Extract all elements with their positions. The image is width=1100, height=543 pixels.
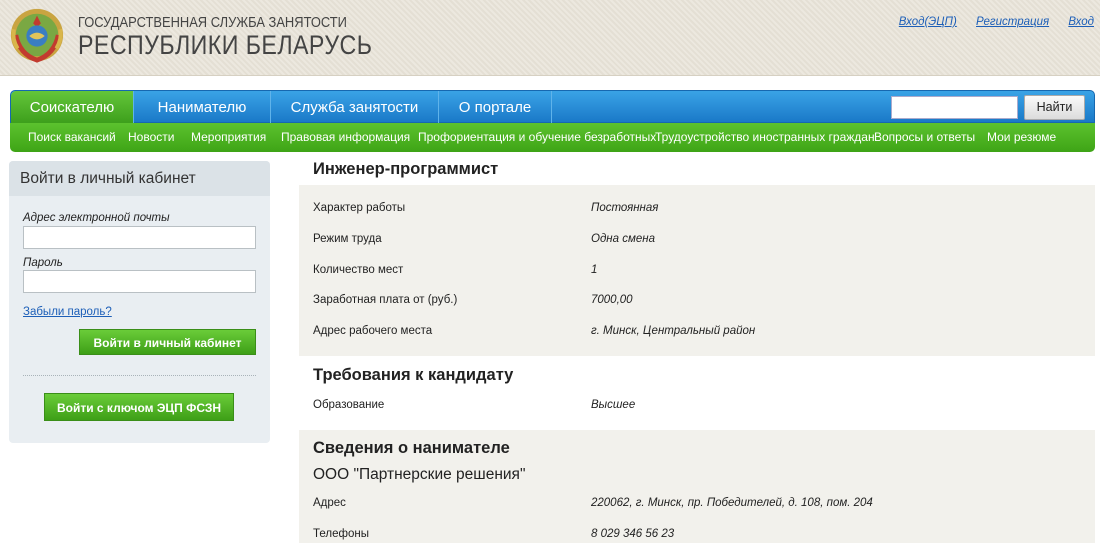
email-field[interactable]: [23, 226, 256, 249]
forgot-password-link[interactable]: Забыли пароль?: [23, 306, 112, 318]
site-title-line1: ГОСУДАРСТВЕННАЯ СЛУЖБА ЗАНЯТОСТИ: [78, 14, 347, 31]
tab-job-seeker[interactable]: Соискателю: [11, 91, 134, 124]
email-label: Адрес электронной почты: [23, 212, 170, 224]
password-field[interactable]: [23, 270, 256, 293]
password-label: Пароль: [23, 257, 63, 269]
login-link[interactable]: Вход: [1068, 16, 1094, 28]
detail-value: Одна смена: [591, 233, 655, 245]
detail-value: 7000,00: [591, 294, 633, 306]
submenu-foreign-employment[interactable]: Трудоустройство иностранных граждан: [655, 123, 875, 152]
detail-value: 1: [591, 264, 598, 276]
tab-employer[interactable]: Нанимателю: [134, 91, 271, 124]
detail-label: Заработная плата от (руб.): [313, 294, 458, 306]
site-title[interactable]: ГОСУДАРСТВЕННАЯ СЛУЖБА ЗАНЯТОСТИ РЕСПУБЛ…: [78, 14, 420, 59]
top-links: Вход(ЭЦП) Регистрация Вход: [883, 16, 1094, 28]
main-navigation: Соискателю Нанимателю Служба занятости О…: [10, 90, 1095, 152]
employer-title: Сведения о нанимателе: [313, 439, 510, 457]
nav-tabs-bar: Соискателю Нанимателю Служба занятости О…: [10, 90, 1095, 124]
search-input[interactable]: [891, 96, 1018, 119]
submenu-my-resumes[interactable]: Мои резюме: [987, 123, 1056, 152]
login-panel-title: Войти в личный кабинет: [9, 161, 270, 196]
site-header: ГОСУДАРСТВЕННАЯ СЛУЖБА ЗАНЯТОСТИ РЕСПУБЛ…: [0, 0, 1100, 76]
detail-label: Адрес рабочего места: [313, 325, 433, 337]
requirement-label: Образование: [313, 399, 385, 411]
employer-value: 220062, г. Минск, пр. Победителей, д. 10…: [591, 497, 873, 509]
requirement-value: Высшее: [591, 399, 636, 411]
login-panel: Войти в личный кабинет Адрес электронной…: [9, 161, 270, 443]
detail-value: Постоянная: [591, 202, 659, 214]
ecp-login-button[interactable]: Войти с ключом ЭЦП ФСЗН: [44, 393, 234, 421]
tab-employment-service[interactable]: Служба занятости: [271, 91, 439, 124]
login-button[interactable]: Войти в личный кабинет: [79, 329, 256, 355]
vacancy-title: Инженер-программист: [313, 160, 499, 178]
login-ecp-link[interactable]: Вход(ЭЦП): [899, 16, 957, 28]
detail-label: Количество мест: [313, 264, 404, 276]
search-button[interactable]: Найти: [1024, 95, 1085, 120]
submenu-events[interactable]: Мероприятия: [191, 123, 266, 152]
divider: [23, 375, 256, 376]
submenu-job-search[interactable]: Поиск вакансий: [28, 123, 116, 152]
nav-submenu: Поиск вакансий Новости Мероприятия Право…: [10, 123, 1095, 152]
submenu-faq[interactable]: Вопросы и ответы: [874, 123, 975, 152]
employer-name: ООО "Партнерские решения": [313, 466, 526, 483]
submenu-career-guidance[interactable]: Профориентация и обучение безработных: [418, 123, 656, 152]
employer-value: 8 029 346 56 23: [591, 528, 675, 540]
detail-label: Характер работы: [313, 202, 406, 214]
site-title-line2: РЕСПУБЛИКИ БЕЛАРУСЬ: [78, 30, 373, 60]
state-emblem-icon[interactable]: [8, 6, 66, 64]
employer-label: Телефоны: [313, 528, 369, 540]
detail-value: г. Минск, Центральный район: [591, 325, 756, 337]
tab-about-portal[interactable]: О портале: [439, 91, 552, 124]
register-link[interactable]: Регистрация: [976, 16, 1049, 28]
employer-label: Адрес: [313, 497, 346, 509]
requirements-title: Требования к кандидату: [313, 366, 514, 384]
submenu-legal-info[interactable]: Правовая информация: [281, 123, 410, 152]
submenu-news[interactable]: Новости: [128, 123, 174, 152]
detail-label: Режим труда: [313, 233, 382, 245]
